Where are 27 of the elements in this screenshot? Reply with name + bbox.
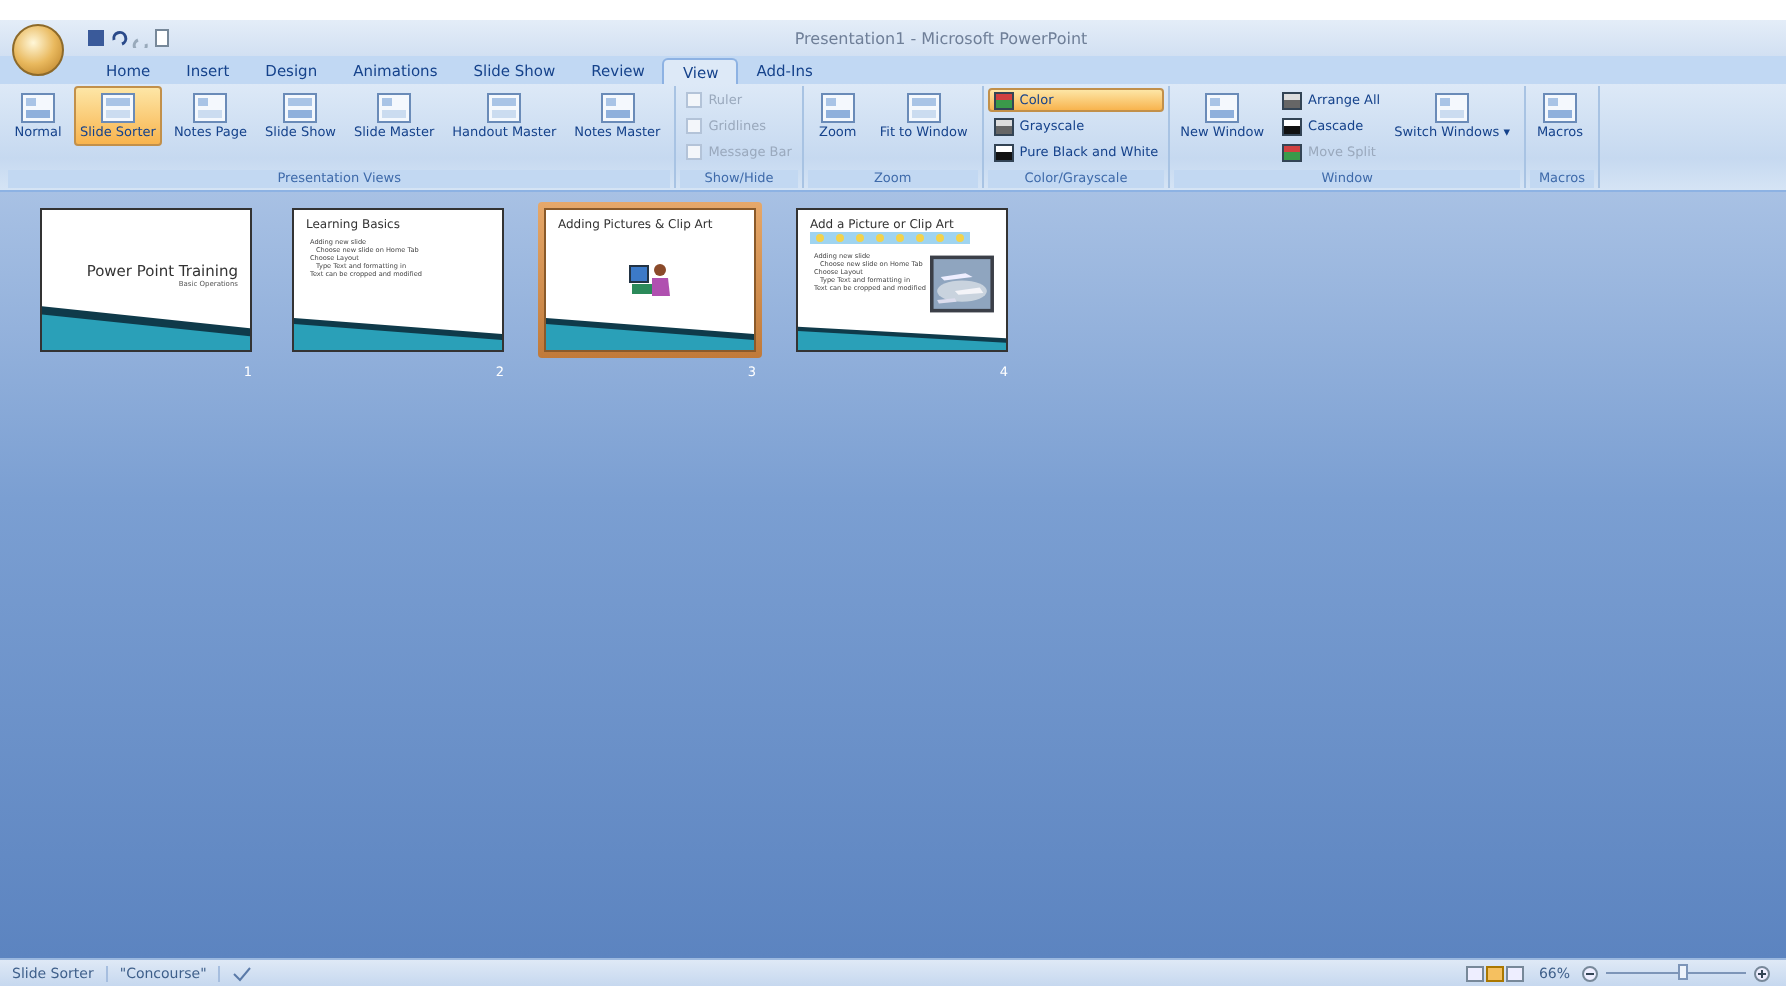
spell-check-icon [232, 965, 253, 981]
ribbon-icon [99, 90, 136, 126]
office-button[interactable] [12, 24, 64, 76]
ribbon-icon [376, 90, 413, 126]
ribbon-icon [993, 143, 1014, 161]
zoom-slider-thumb[interactable] [1677, 964, 1687, 980]
ribbon-icon [993, 91, 1014, 109]
zoom-in-icon[interactable] [1754, 965, 1770, 981]
ribbon-icon [20, 90, 56, 126]
ribbon-icon [599, 90, 636, 126]
ribbon-icon [993, 117, 1014, 135]
ribbon-icon [1541, 90, 1578, 126]
ribbon-icon [1434, 90, 1471, 126]
ribbon-icon [1204, 90, 1241, 126]
view-buttons-icon[interactable] [1466, 965, 1527, 981]
ribbon-icon [486, 90, 523, 126]
zoom-out-icon[interactable] [1582, 965, 1598, 981]
ribbon-icon [192, 90, 229, 126]
ribbon-icon [1282, 143, 1303, 161]
star-banner-icon [810, 232, 970, 244]
ribbon-icon [1282, 117, 1303, 135]
computer-user-clipart [628, 260, 672, 300]
ribbon-icon [1282, 91, 1303, 109]
window-title: Presentation1 - Microsoft PowerPoint [792, 29, 1090, 47]
ribbon-icon [282, 90, 319, 126]
ribbon-icon [819, 90, 856, 126]
ribbon-icon [905, 90, 942, 126]
